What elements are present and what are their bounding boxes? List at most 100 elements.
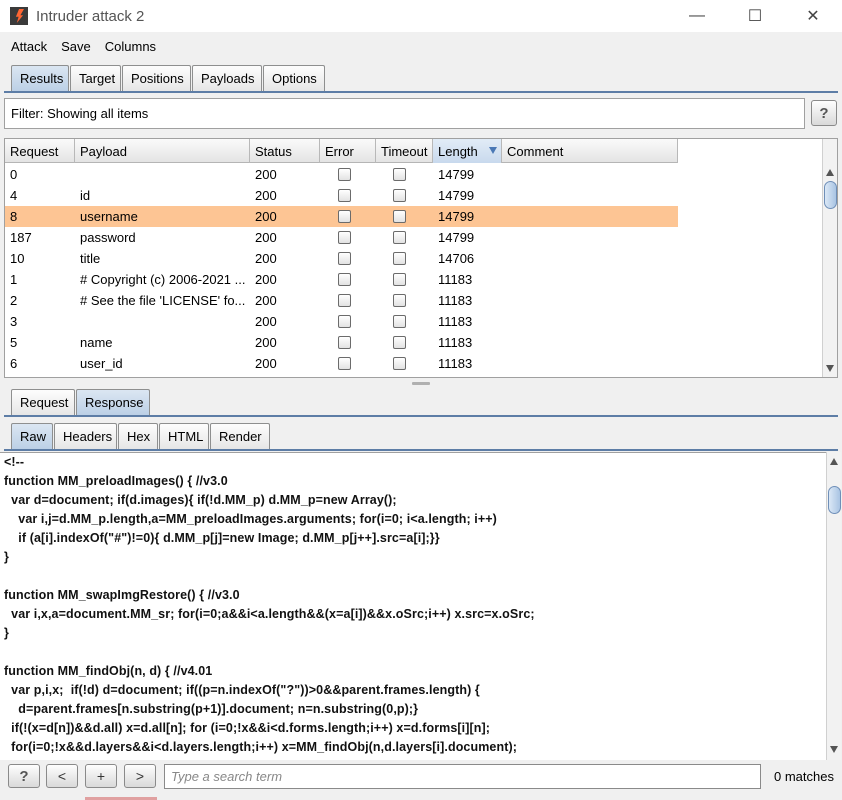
detail-tabs-underline: [4, 415, 838, 417]
timeout-checkbox[interactable]: [393, 357, 406, 370]
timeout-checkbox[interactable]: [393, 168, 406, 181]
cell-payload: password: [80, 230, 136, 245]
table-scroll-thumb[interactable]: [824, 181, 837, 209]
search-input[interactable]: [164, 764, 761, 789]
search-prev-button[interactable]: <: [46, 764, 78, 788]
menu-save[interactable]: Save: [54, 39, 98, 54]
timeout-checkbox[interactable]: [393, 336, 406, 349]
cell-request: 5: [10, 335, 18, 350]
menu-attack[interactable]: Attack: [4, 39, 54, 54]
tab-headers[interactable]: Headers: [54, 423, 117, 449]
splitter-grip-icon[interactable]: [412, 382, 430, 385]
cell-status: 200: [255, 230, 277, 245]
table-row[interactable]: 187 password 200 14799: [5, 227, 678, 248]
filter-bar[interactable]: Filter: Showing all items: [4, 98, 805, 129]
view-tabs-underline: [4, 449, 838, 451]
table-row[interactable]: 1 # Copyright (c) 2006-2021 ... 200 11183: [5, 269, 678, 290]
cell-request: 4: [10, 188, 18, 203]
search-next-button[interactable]: >: [124, 764, 156, 788]
col-timeout[interactable]: Timeout: [376, 139, 433, 163]
table-row[interactable]: 6 user_id 200 11183: [5, 353, 678, 374]
tab-positions[interactable]: Positions: [122, 65, 191, 91]
cell-request: 3: [10, 314, 18, 329]
filter-help-button[interactable]: ?: [811, 100, 837, 126]
col-comment[interactable]: Comment: [502, 139, 678, 163]
response-scroll-up-icon[interactable]: [830, 458, 838, 465]
tab-options[interactable]: Options: [263, 65, 325, 91]
cell-comment: [502, 227, 678, 248]
col-error[interactable]: Error: [320, 139, 376, 163]
cell-request: 2: [10, 293, 18, 308]
col-length[interactable]: Length: [433, 139, 502, 163]
timeout-checkbox[interactable]: [393, 252, 406, 265]
cell-comment: [502, 311, 678, 332]
tab-response[interactable]: Response: [76, 389, 150, 415]
timeout-checkbox[interactable]: [393, 189, 406, 202]
error-checkbox[interactable]: [338, 336, 351, 349]
table-row[interactable]: 10 title 200 14706: [5, 248, 678, 269]
cell-timeout: [376, 227, 433, 248]
cell-length: 11183: [438, 314, 473, 329]
response-scroll-thumb[interactable]: [828, 486, 841, 514]
timeout-checkbox[interactable]: [393, 231, 406, 244]
cell-timeout: [376, 185, 433, 206]
cell-length: 11183: [438, 272, 473, 287]
cell-request: 10: [10, 251, 25, 266]
scroll-up-icon[interactable]: [826, 169, 834, 176]
table-row[interactable]: 5 name 200 11183: [5, 332, 678, 353]
close-button[interactable]: ✕: [784, 0, 842, 32]
error-checkbox[interactable]: [338, 168, 351, 181]
tab-target[interactable]: Target: [70, 65, 121, 91]
error-checkbox[interactable]: [338, 273, 351, 286]
table-row[interactable]: 4 id 200 14799: [5, 185, 678, 206]
timeout-checkbox[interactable]: [393, 210, 406, 223]
error-checkbox[interactable]: [338, 252, 351, 265]
pane-splitter[interactable]: [0, 380, 842, 386]
cell-error: [320, 290, 376, 311]
col-payload[interactable]: Payload: [75, 139, 250, 163]
error-checkbox[interactable]: [338, 315, 351, 328]
error-checkbox[interactable]: [338, 210, 351, 223]
menu-bar: Attack Save Columns: [0, 32, 842, 60]
table-row[interactable]: 2 # See the file 'LICENSE' fo... 200 11183: [5, 290, 678, 311]
cell-error: [320, 311, 376, 332]
cell-payload: # See the file 'LICENSE' fo...: [80, 293, 246, 308]
tab-html[interactable]: HTML: [159, 423, 209, 449]
cell-timeout: [376, 290, 433, 311]
timeout-checkbox[interactable]: [393, 294, 406, 307]
cell-error: [320, 227, 376, 248]
col-status[interactable]: Status: [250, 139, 320, 163]
view-tabs: Raw Headers Hex HTML Render: [11, 423, 271, 449]
scroll-down-icon[interactable]: [826, 365, 834, 372]
table-row[interactable]: 3 200 11183: [5, 311, 678, 332]
menu-columns[interactable]: Columns: [98, 39, 163, 54]
search-add-button[interactable]: +: [85, 764, 117, 788]
error-checkbox[interactable]: [338, 294, 351, 307]
timeout-checkbox[interactable]: [393, 273, 406, 286]
maximize-button[interactable]: ☐: [726, 0, 784, 32]
error-checkbox[interactable]: [338, 357, 351, 370]
response-body[interactable]: <!-- function MM_preloadImages() { //v3.0…: [0, 452, 827, 760]
minimize-button[interactable]: —: [668, 0, 726, 32]
tab-raw[interactable]: Raw: [11, 423, 53, 449]
table-scrollbar[interactable]: [822, 139, 837, 377]
tab-render[interactable]: Render: [210, 423, 270, 449]
tab-request[interactable]: Request: [11, 389, 75, 415]
error-checkbox[interactable]: [338, 189, 351, 202]
cell-request: 1: [10, 272, 18, 287]
response-scroll-down-icon[interactable]: [830, 746, 838, 753]
tab-payloads[interactable]: Payloads: [192, 65, 262, 91]
search-help-button[interactable]: ?: [8, 764, 40, 788]
cell-comment: [502, 206, 678, 227]
tab-hex[interactable]: Hex: [118, 423, 158, 449]
table-row[interactable]: 0 200 14799: [5, 164, 678, 185]
response-scrollbar[interactable]: [826, 452, 841, 760]
timeout-checkbox[interactable]: [393, 315, 406, 328]
code-line: }: [4, 550, 9, 564]
code-line: }: [4, 626, 9, 640]
cell-length: 14799: [438, 230, 475, 245]
col-request[interactable]: Request: [5, 139, 75, 163]
table-row[interactable]: 8 username 200 14799: [5, 206, 678, 227]
error-checkbox[interactable]: [338, 231, 351, 244]
tab-results[interactable]: Results: [11, 65, 69, 91]
